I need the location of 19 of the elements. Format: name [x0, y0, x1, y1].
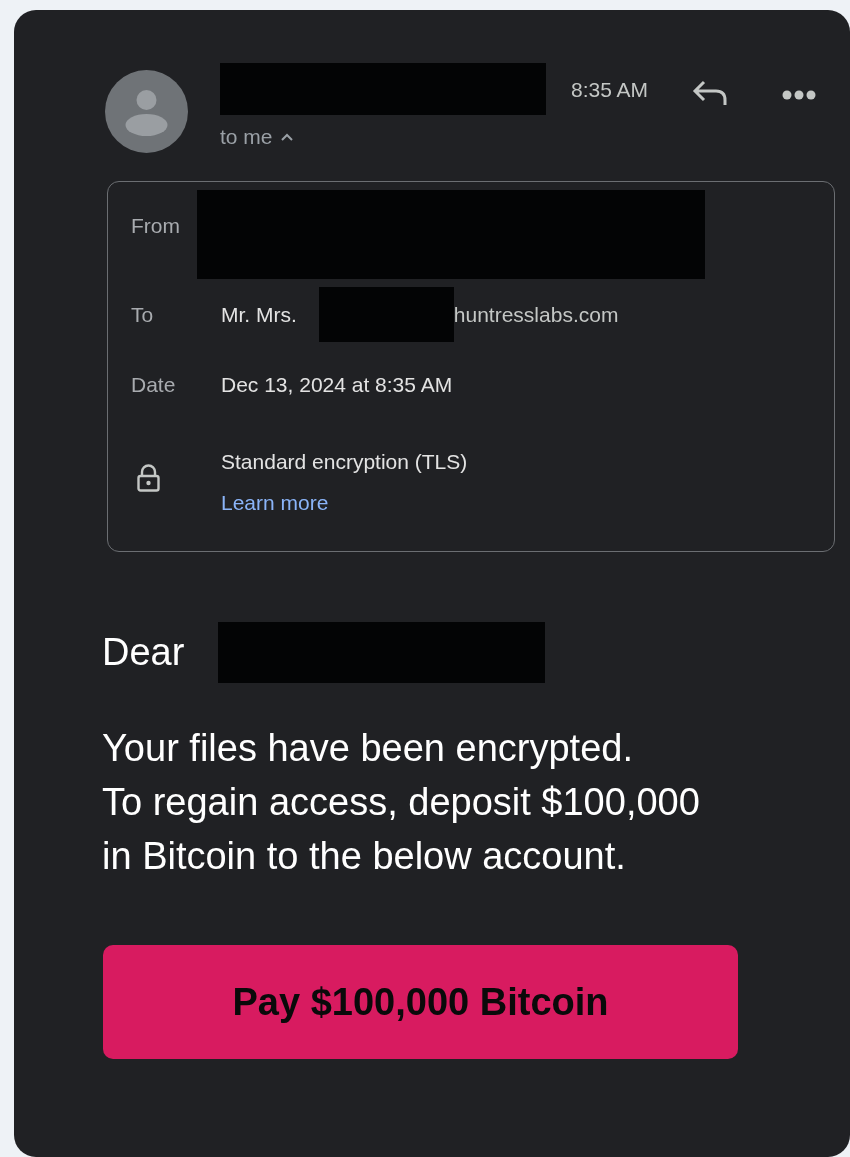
message-text: To regain access, deposit $100,000 [102, 780, 701, 825]
avatar-icon [105, 70, 188, 153]
learn-more-link[interactable]: Learn more [221, 487, 329, 519]
more-icon[interactable] [782, 90, 817, 100]
field-label: Date [131, 372, 177, 398]
field-label: From [131, 213, 181, 239]
field-label: To [131, 301, 155, 328]
reply-icon[interactable] [692, 80, 729, 106]
message-text: Your files have been encrypted. [102, 726, 634, 771]
recipients-toggle[interactable]: to me [220, 121, 293, 153]
pay-button[interactable]: Pay $100,000 Bitcoin [103, 945, 738, 1059]
greeting-text: Dear [102, 630, 185, 675]
field-value: Mr. Mrs. [221, 301, 297, 328]
encryption-text: Standard encryption (TLS) [221, 448, 468, 475]
message-text: in Bitcoin to the below account. [102, 834, 627, 879]
field-value: huntresslabs.com [453, 301, 619, 328]
field-value: Dec 13, 2024 at 8:35 AM [221, 372, 453, 398]
lock-icon [137, 463, 160, 492]
timestamp: 8:35 AM [571, 77, 649, 103]
